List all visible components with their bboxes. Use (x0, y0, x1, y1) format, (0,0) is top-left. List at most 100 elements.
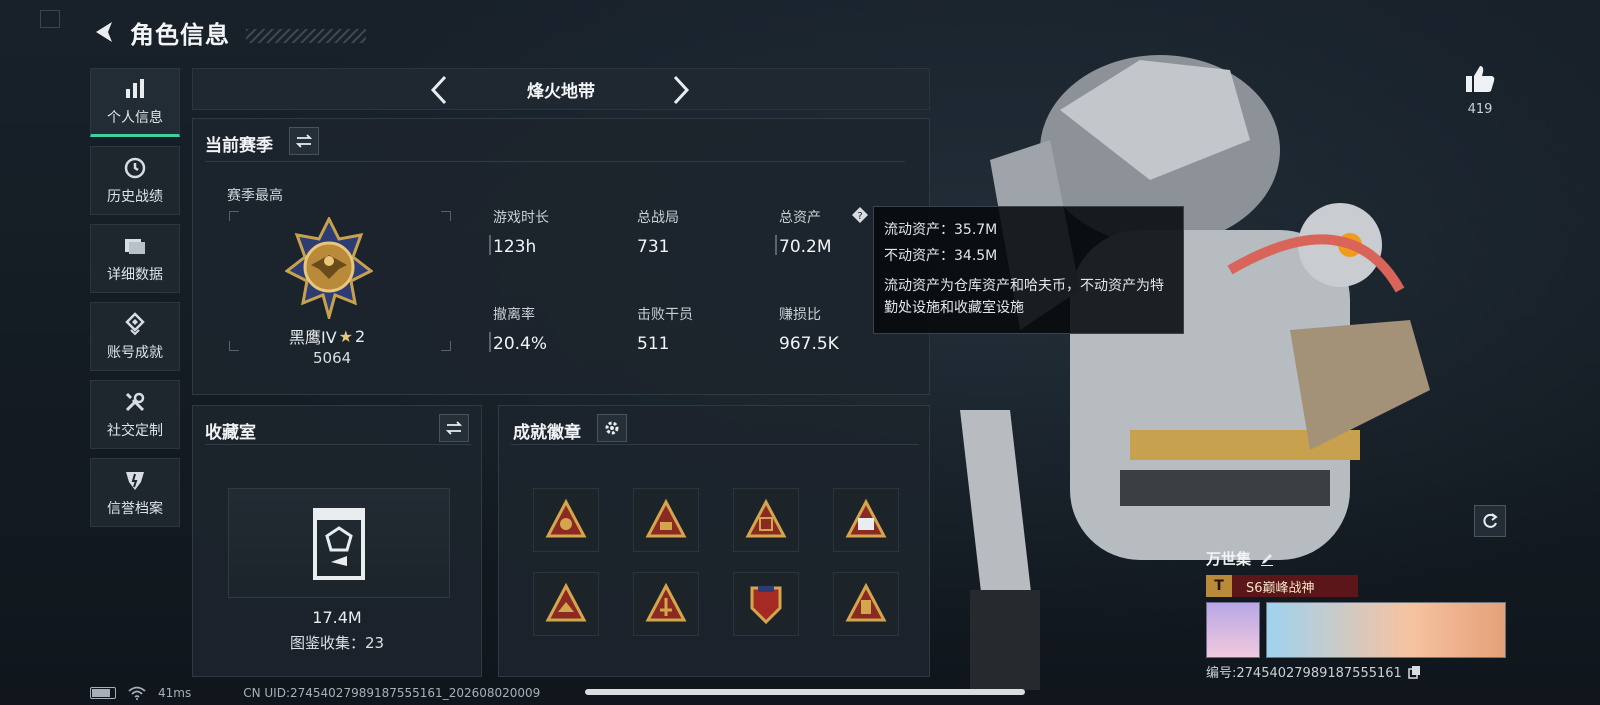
back-arrow-icon[interactable] (92, 19, 118, 45)
badge-8-icon (845, 582, 887, 622)
copy-icon[interactable] (1408, 665, 1422, 679)
season-title: 当前赛季 (205, 136, 273, 156)
clock-icon (124, 157, 146, 178)
divider (205, 444, 471, 445)
frame-corner (441, 341, 451, 351)
badge-3-icon (745, 498, 787, 538)
achievement-slot[interactable] (633, 572, 699, 636)
sidebar: 个人信息 历史战绩 详细数据 账号成就 社交定制 信誉档案 (90, 68, 180, 536)
sidebar-item-label: 历史战绩 (107, 188, 163, 205)
season-switch-button[interactable] (289, 127, 319, 155)
stat-extract-rate: 撤离率 20.4% (489, 304, 548, 354)
badge-4-icon (845, 498, 887, 538)
stat-value: 511 (637, 334, 670, 354)
title-decoration (246, 29, 366, 43)
sidebar-item-personal-info[interactable]: 个人信息 (90, 68, 180, 137)
stat-label: 赚损比 (779, 307, 821, 323)
collection-count: 图鉴收集：23 (289, 634, 385, 652)
stat-label: 总资产 (779, 210, 821, 226)
gear-icon (605, 421, 619, 435)
bar-chart-icon (126, 78, 144, 98)
badge-6-icon (645, 582, 687, 622)
badge-2-icon (645, 498, 687, 538)
folder-icon (125, 238, 145, 254)
stat-play-time: 游戏时长 123h (489, 207, 549, 257)
achievement-slot[interactable] (833, 572, 899, 636)
collection-value: 17.4M (312, 608, 362, 627)
shield-icon (126, 471, 144, 490)
home-indicator[interactable] (585, 689, 1025, 695)
player-title-tag: T S6巅峰战神 (1206, 575, 1358, 597)
thumbs-up-icon[interactable] (1464, 64, 1496, 94)
refresh-icon (1483, 513, 1498, 528)
rank-name: 黑鹰IV ★ 2 (289, 324, 365, 348)
sidebar-item-social[interactable]: 社交定制 (90, 380, 180, 449)
tools-icon (125, 392, 145, 411)
achievement-slot[interactable] (733, 572, 799, 636)
stat-bar (489, 235, 491, 255)
stat-value: 967.5K (779, 334, 839, 354)
stat-label: 总战局 (637, 210, 679, 226)
sidebar-item-history[interactable]: 历史战绩 (90, 146, 180, 215)
title-tag-icon: T (1206, 575, 1232, 597)
edit-icon[interactable] (1259, 551, 1275, 567)
collection-title: 收藏室 (205, 423, 256, 443)
title-tag-text: S6巅峰战神 (1246, 580, 1315, 596)
rank-stars: 2 (355, 326, 366, 346)
battery-icon (90, 687, 116, 699)
achievements-title: 成就徽章 (513, 423, 581, 443)
swap-icon (295, 134, 313, 148)
collection-panel: 收藏室 17.4M 图鉴收集：23 (192, 405, 482, 677)
vault-icon (313, 508, 365, 580)
player-name: 万世集 (1206, 550, 1252, 568)
star-icon: ★ (338, 326, 354, 346)
stat-bar (489, 332, 491, 352)
tooltip-liquid-assets: 流动资产：35.7M (884, 222, 998, 238)
stat-total-assets: 总资产 70.2M (775, 207, 832, 257)
chevron-left-icon[interactable] (425, 73, 455, 107)
achievement-slot[interactable] (533, 488, 599, 552)
refresh-button[interactable] (1474, 505, 1506, 537)
badge-5-icon (545, 582, 587, 622)
achievements-panel: 成就徽章 (498, 405, 930, 677)
stat-value: 731 (637, 237, 670, 257)
sidebar-item-label: 账号成就 (107, 344, 163, 361)
frame-corner (229, 341, 239, 351)
badge-7-icon (750, 586, 782, 625)
rank-emblem-icon (285, 217, 373, 319)
header: 角色信息 (92, 14, 366, 50)
help-icon[interactable]: ? (851, 206, 869, 224)
player-uid-row: 编号:2745402798918755516​1 (1206, 662, 1422, 681)
achievements-settings-button[interactable] (597, 414, 627, 442)
sidebar-item-reputation[interactable]: 信誉档案 (90, 458, 180, 527)
svg-text:?: ? (857, 211, 862, 222)
stat-profit-ratio: 赚损比 967.5K (779, 304, 839, 354)
chevron-right-icon[interactable] (665, 73, 695, 107)
tooltip-description: 流动资产为仓库资产和哈夫币，不动资产为特勤处设施和收藏室设施 (884, 278, 1164, 316)
achievement-slot[interactable] (633, 488, 699, 552)
sidebar-item-achievements[interactable]: 账号成就 (90, 302, 180, 371)
stat-label: 游戏时长 (493, 210, 549, 226)
uid-footer: CN UID:2745402798918755516​1_20260802​00… (243, 686, 541, 700)
frame-corner (229, 211, 239, 221)
stat-kills: 击败干员 511 (637, 304, 693, 354)
like-count: 419 (1467, 102, 1493, 117)
achievement-grid (533, 488, 899, 636)
stat-label: 击败干员 (637, 307, 693, 323)
sidebar-item-details[interactable]: 详细数据 (90, 224, 180, 293)
like-widget: 419 (1460, 64, 1500, 117)
stat-value: 123h (493, 237, 537, 257)
page-title: 角色信息 (130, 20, 230, 49)
achievement-slot[interactable] (833, 488, 899, 552)
stat-value: 70.2M (779, 237, 832, 257)
season-panel: 当前赛季 赛季最高 黑鹰IV ★ 2 5064 游戏时长 123h 总战局 73… (192, 118, 930, 395)
collection-switch-button[interactable] (439, 414, 469, 442)
avatar[interactable] (1206, 602, 1260, 658)
sidebar-item-label: 个人信息 (107, 109, 163, 126)
rank-points: 5064 (313, 349, 352, 367)
achievement-slot[interactable] (533, 572, 599, 636)
profile-banner[interactable] (1266, 602, 1506, 658)
achievement-slot[interactable] (733, 488, 799, 552)
stat-value: 20.4% (493, 334, 548, 354)
ping-text: 41ms (158, 686, 192, 700)
